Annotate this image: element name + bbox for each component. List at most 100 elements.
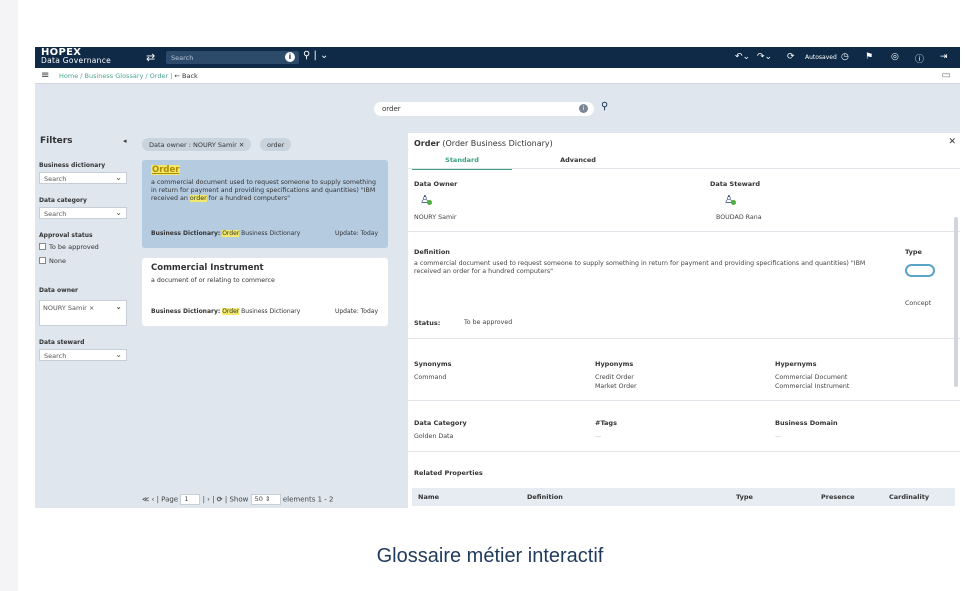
- close-icon[interactable]: ✕: [239, 141, 244, 149]
- hypernym-item[interactable]: Commercial Document: [775, 374, 847, 382]
- type-heading: Type: [905, 248, 922, 256]
- data-category-select[interactable]: Search ⌄: [39, 207, 127, 219]
- column-cardinality[interactable]: Cardinality: [889, 493, 929, 501]
- dict-label: Business Dictionary:: [151, 230, 221, 237]
- divider: [408, 400, 960, 401]
- synonym-item[interactable]: Command: [414, 374, 446, 382]
- page-size-stepper[interactable]: 50 ⇕: [250, 494, 281, 505]
- logout-icon[interactable]: ⇥: [940, 52, 948, 62]
- user-icon[interactable]: ◎: [891, 52, 899, 62]
- undo-icon[interactable]: ↶⌄: [735, 52, 750, 62]
- data-category-value: Golden Data: [414, 433, 454, 440]
- approval-option-label: None: [49, 257, 66, 265]
- info-icon[interactable]: i: [285, 52, 295, 62]
- scrollbar[interactable]: [954, 217, 958, 387]
- data-steward-value[interactable]: BOUDAD Rana: [716, 214, 762, 222]
- hyponym-item[interactable]: Market Order: [595, 383, 637, 391]
- checkbox-icon[interactable]: [39, 257, 46, 264]
- breadcrumb[interactable]: Home / Business Glossary / Order | ← Bac…: [59, 72, 198, 80]
- main-search-input[interactable]: order i: [374, 102, 594, 116]
- top-search-placeholder: Search: [171, 54, 194, 62]
- chevron-down-icon: ⌄: [115, 208, 122, 217]
- main-search-icon[interactable]: ⚲: [601, 101, 608, 112]
- dict-highlight: Order: [222, 308, 240, 315]
- status-heading: Status:: [414, 319, 441, 327]
- result-description: a document of or relating to commerce: [151, 277, 275, 284]
- data-steward-heading: Data Steward: [710, 180, 760, 188]
- page-size-value: 50: [254, 495, 263, 503]
- business-domain-heading: Business Domain: [775, 419, 838, 427]
- business-domain-value: —: [775, 433, 782, 440]
- result-card-commercial-instrument[interactable]: Commercial Instrument a document of or r…: [142, 258, 388, 326]
- approval-status-label: Approval status: [39, 232, 93, 239]
- approval-checkbox-to-be-approved[interactable]: To be approved: [39, 243, 99, 251]
- menu-icon[interactable]: ≡: [41, 71, 51, 81]
- checkbox-icon[interactable]: [39, 243, 46, 250]
- result-dictionary: Business Dictionary: Order Business Dict…: [151, 308, 300, 316]
- filter-chip-owner[interactable]: Data owner : NOURY Samir ✕: [142, 138, 252, 151]
- definition-text: a commercial document used to request so…: [414, 260, 866, 275]
- history-icon[interactable]: ◷: [841, 52, 849, 62]
- data-owner-select[interactable]: NOURY Samir × ⌄: [39, 300, 127, 326]
- approval-checkbox-none[interactable]: None: [39, 257, 66, 265]
- notifications-icon[interactable]: ⚑: [865, 52, 873, 62]
- person-icon: ♙: [420, 193, 432, 206]
- detail-title-name: Order: [414, 139, 440, 148]
- hyponym-item[interactable]: Credit Order: [595, 374, 634, 382]
- detail-title: Order (Order Business Dictionary): [414, 139, 553, 148]
- refresh-icon[interactable]: ⟳: [217, 496, 223, 504]
- help-icon[interactable]: ⓘ: [915, 52, 924, 65]
- result-title-text[interactable]: Order: [151, 165, 181, 175]
- data-owner-chip[interactable]: NOURY Samir ×: [43, 304, 94, 312]
- refresh-icon[interactable]: ⟳: [787, 52, 795, 62]
- column-name[interactable]: Name: [418, 493, 439, 501]
- pager-next-buttons[interactable]: | › |: [203, 496, 215, 504]
- divider: [408, 168, 960, 169]
- related-properties-heading: Related Properties: [414, 469, 483, 477]
- data-steward-value: Search: [44, 352, 67, 360]
- breadcrumb-path[interactable]: Home / Business Glossary / Order |: [59, 72, 172, 80]
- swap-icon[interactable]: ⇄: [146, 51, 155, 64]
- result-dictionary: Business Dictionary: Order Business Dict…: [151, 230, 300, 238]
- result-title[interactable]: Commercial Instrument: [151, 264, 379, 273]
- data-category-label: Data category: [39, 197, 87, 204]
- dict-label: Business Dictionary:: [151, 308, 221, 315]
- back-button[interactable]: ← Back: [174, 72, 197, 80]
- info-icon[interactable]: i: [579, 104, 588, 113]
- close-icon[interactable]: ✕: [948, 137, 956, 147]
- divider: [408, 338, 960, 339]
- filter-chip-term[interactable]: order: [260, 138, 292, 151]
- data-category-heading: Data Category: [414, 419, 467, 427]
- redo-icon[interactable]: ↷⌄: [757, 52, 772, 62]
- column-type[interactable]: Type: [736, 493, 753, 501]
- chevron-down-icon: ⌄: [115, 173, 122, 182]
- column-presence[interactable]: Presence: [821, 493, 855, 501]
- business-dictionary-select[interactable]: Search ⌄: [39, 172, 127, 184]
- search-icon[interactable]: ⚲ | ⌄: [303, 50, 328, 61]
- pagination: ≪ ‹ | Page 1 | › | ⟳ | Show 50 ⇕ element…: [142, 494, 333, 505]
- filter-chip-label: Data owner : NOURY Samir: [149, 141, 237, 149]
- logo-subtitle: Data Governance: [41, 56, 112, 65]
- column-definition[interactable]: Definition: [527, 493, 563, 501]
- tab-advanced[interactable]: Advanced: [528, 156, 628, 168]
- data-steward-label: Data steward: [39, 339, 85, 346]
- hypernym-item[interactable]: Commercial Instrument: [775, 383, 849, 391]
- comment-icon[interactable]: ▭: [942, 70, 951, 81]
- result-update: Update: Today: [334, 230, 378, 237]
- logo: HOPEX Data Governance: [41, 48, 112, 65]
- divider: [408, 231, 960, 232]
- main-search-value: order: [382, 105, 401, 113]
- hyponyms-heading: Hyponyms: [595, 360, 634, 368]
- top-search-input[interactable]: Search i: [166, 51, 299, 64]
- data-category-value: Search: [44, 210, 67, 218]
- result-card-order[interactable]: Order a commercial document used to requ…: [142, 160, 388, 248]
- data-owner-value[interactable]: NOURY Samir: [414, 214, 456, 222]
- page-input[interactable]: 1: [180, 494, 201, 505]
- data-steward-select[interactable]: Search ⌄: [39, 349, 127, 361]
- pager-prev-buttons[interactable]: ≪ ‹ |: [142, 496, 159, 504]
- synonyms-heading: Synonyms: [414, 360, 452, 368]
- result-title[interactable]: Order: [151, 165, 379, 175]
- collapse-icon[interactable]: ◂: [123, 137, 127, 145]
- hypernyms-heading: Hypernyms: [775, 360, 817, 368]
- app-window: HOPEX Data Governance ⇄ Search i ⚲ | ⌄ ↶…: [35, 47, 960, 508]
